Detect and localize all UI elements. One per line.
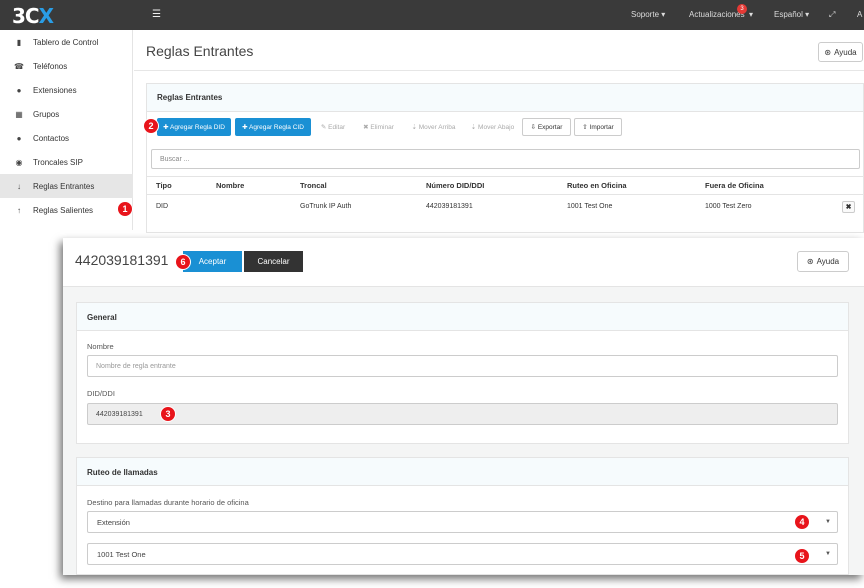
chevron-down-icon: ▼: [825, 519, 831, 525]
sidebar-item-label: Grupos: [33, 109, 60, 119]
annotation-marker: 2: [143, 118, 159, 134]
expand-icon[interactable]: ⤢: [829, 10, 835, 20]
import-button[interactable]: ⇧ Importar: [574, 118, 622, 136]
help-button[interactable]: ⊛ Ayuda: [818, 42, 863, 62]
delete-row-button[interactable]: ✖: [842, 201, 855, 213]
selected-value: 1001 Test One: [97, 549, 146, 559]
sidebar-item-inbound-rules[interactable]: ↓ Reglas Entrantes: [0, 174, 133, 198]
divider: [147, 176, 864, 177]
sidebar-item-label: Troncales SIP: [33, 157, 83, 167]
table-cell[interactable]: 1001 Test One: [567, 203, 612, 210]
destination-label: Destino para llamadas durante horario de…: [87, 498, 249, 507]
sidebar-item-label: Reglas Entrantes: [33, 181, 95, 191]
sidebar-item-label: Tablero de Control: [33, 37, 99, 47]
destination-type-select[interactable]: Extensión ▼: [87, 511, 838, 533]
phone-icon: ☎: [14, 61, 24, 71]
card-title: General: [87, 313, 117, 322]
sidebar-item-label: Contactos: [33, 133, 70, 143]
rule-name-input[interactable]: Nombre de regla entrante: [87, 355, 838, 377]
annotation-marker: 1: [117, 201, 133, 217]
table-cell[interactable]: 442039181391: [426, 203, 473, 210]
lifebuoy-icon: ⊛: [806, 257, 814, 266]
add-cid-rule-button[interactable]: ✚ Agregar Regla CID: [235, 118, 311, 136]
bar-chart-icon: ▮: [16, 37, 22, 47]
sidebar-item-dashboard[interactable]: ▮ Tablero de Control: [0, 30, 133, 54]
sidebar-item-label: Reglas Salientes: [33, 205, 94, 215]
panel-header: Reglas Entrantes: [147, 84, 863, 112]
table-cell[interactable]: GoTrunk IP Auth: [300, 203, 351, 210]
column-header-did[interactable]: Número DID/DDI: [426, 181, 484, 190]
sidebar-item-label: Extensiones: [33, 85, 77, 95]
card-title: Ruteo de llamadas: [87, 468, 158, 477]
sidebar: ▮ Tablero de Control ☎ Teléfonos ● Extensio…: [0, 30, 133, 230]
chevron-down-icon: ▼: [825, 551, 831, 557]
panel-title: Reglas Entrantes: [157, 93, 223, 102]
column-header-type[interactable]: Tipo: [156, 181, 172, 190]
updates-badge: 3: [737, 4, 747, 14]
grid-icon: ▦: [15, 109, 23, 119]
name-label: Nombre: [87, 342, 114, 351]
delete-button[interactable]: ✖ Eliminar: [356, 118, 401, 136]
card-header: General: [77, 303, 848, 331]
annotation-marker: 3: [160, 406, 176, 422]
sidebar-item-outbound-rules[interactable]: ↑ Reglas Salientes: [0, 198, 133, 222]
selected-value: Extensión: [97, 517, 130, 527]
page-title: Reglas Entrantes: [146, 43, 254, 59]
move-down-button[interactable]: ⇣ Mover Abajo: [466, 118, 519, 136]
annotation-marker: 6: [175, 254, 191, 270]
arrow-down-icon: ↓: [17, 181, 21, 191]
contact-icon: ●: [16, 133, 22, 143]
sidebar-item-groups[interactable]: ▦ Grupos: [0, 102, 133, 126]
dialog-title: 442039181391: [75, 252, 169, 268]
nav-soporte[interactable]: Soporte ▾: [631, 10, 665, 19]
column-header-out-of-office[interactable]: Fuera de Oficina: [705, 181, 764, 190]
nav-language[interactable]: Español ▾: [774, 10, 809, 19]
arrow-up-icon: ↑: [17, 205, 21, 215]
sidebar-item-sip-trunks[interactable]: ◉ Troncales SIP: [0, 150, 133, 174]
move-up-button[interactable]: ⇣ Mover Arriba: [405, 118, 462, 136]
export-button[interactable]: ⇩ Exportar: [522, 118, 571, 136]
list-icon[interactable]: ☰: [152, 9, 161, 20]
table-cell[interactable]: DID: [156, 203, 168, 210]
annotation-marker: 5: [794, 548, 810, 564]
user-icon: ●: [16, 85, 22, 95]
sidebar-item-phones[interactable]: ☎ Teléfonos: [0, 54, 133, 78]
add-did-rule-button[interactable]: ✚ Agregar Regla DID: [157, 118, 231, 136]
sidebar-item-label: Teléfonos: [33, 61, 68, 71]
top-bar: 3CX ☰ Soporte ▾ Actualizaciones ▾ 3 Espa…: [0, 0, 864, 30]
column-header-trunk[interactable]: Troncal: [300, 181, 327, 190]
table-cell[interactable]: 1000 Test Zero: [705, 203, 752, 210]
annotation-marker: 4: [794, 514, 810, 530]
sidebar-item-contacts[interactable]: ● Contactos: [0, 126, 133, 150]
divider: [147, 194, 864, 195]
edit-button[interactable]: ✎ Editar: [315, 118, 351, 136]
cancel-button[interactable]: Cancelar: [244, 251, 303, 272]
divider: [134, 70, 864, 71]
card-header: Ruteo de llamadas: [77, 458, 848, 486]
accept-button[interactable]: Aceptar: [183, 251, 242, 272]
column-header-name[interactable]: Nombre: [216, 181, 244, 190]
globe-icon: ◉: [15, 157, 23, 167]
dialog-help-button[interactable]: ⊛ Ayuda: [797, 251, 849, 272]
sidebar-item-extensions[interactable]: ● Extensiones: [0, 78, 133, 102]
logo[interactable]: 3CX: [12, 4, 54, 28]
nav-account[interactable]: A: [857, 10, 862, 19]
search-input[interactable]: Buscar ...: [151, 149, 860, 169]
did-label: DID/DDI: [87, 389, 115, 398]
column-header-office-route[interactable]: Ruteo en Oficina: [567, 181, 627, 190]
did-field: 442039181391: [87, 403, 838, 425]
destination-extension-select[interactable]: 1001 Test One ▼: [87, 543, 838, 565]
lifebuoy-icon: ⊛: [824, 47, 832, 57]
